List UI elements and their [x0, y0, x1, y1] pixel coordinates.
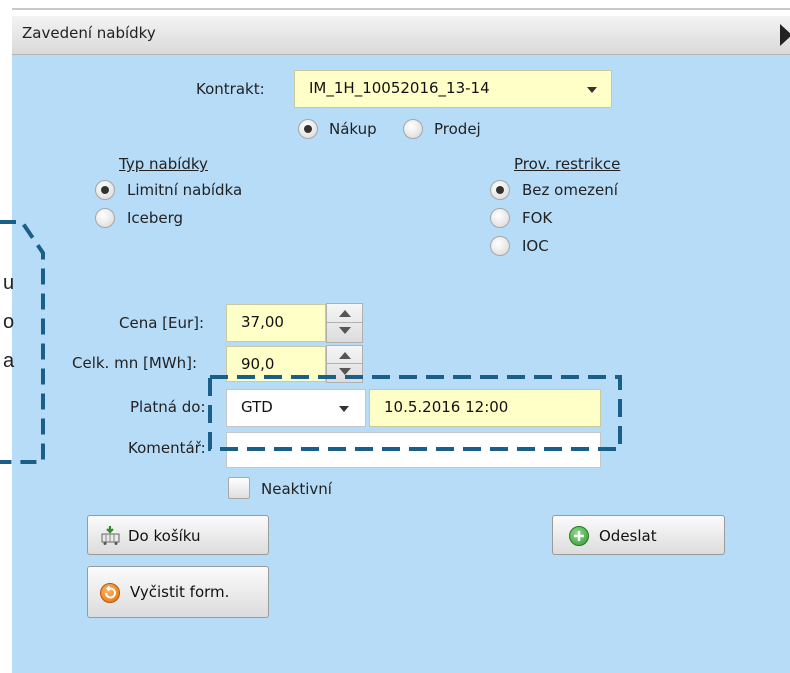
callout-text-line-2: o	[3, 311, 15, 333]
callout-text-line-1: u	[3, 272, 15, 294]
annotation-overlay	[0, 220, 622, 464]
callout-box-validity	[208, 375, 622, 451]
callout-box-left	[0, 220, 45, 464]
callout-text-line-3: a	[3, 350, 15, 372]
